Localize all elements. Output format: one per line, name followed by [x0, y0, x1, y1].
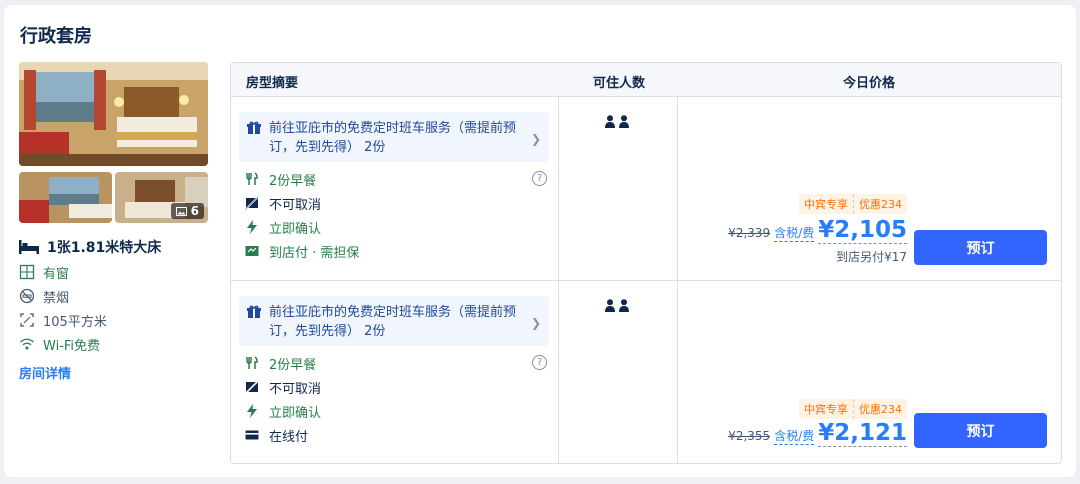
feature-area: 105平方米 [19, 308, 107, 332]
column-divider [677, 97, 678, 280]
room-title: 行政套房 [20, 26, 92, 47]
window-icon [19, 264, 35, 280]
promo-tag-exclusive: 中宾专享 [799, 399, 853, 419]
original-price: ¥2,355 [728, 429, 771, 443]
no-cancel-icon [245, 196, 259, 210]
promo-tags: 中宾专享 优惠234 [799, 194, 907, 214]
no-smoking-icon [19, 288, 35, 304]
chevron-right-icon: ❯ [530, 132, 541, 146]
wifi-icon [20, 338, 34, 350]
room-photo-main[interactable] [19, 62, 208, 166]
shuttle-service-banner[interactable]: 前往亚庇市的免费定时班车服务（需提前预订，先到先得） 2份 ❯ [239, 112, 549, 162]
gift-icon [247, 121, 261, 134]
rate-row: 前往亚庇市的免费定时班车服务（需提前预订，先到先得） 2份 ❯ 2份早餐 ? 不… [231, 281, 1061, 463]
breakfast-policy: 2份早餐 ? [245, 351, 547, 375]
person-icon [619, 299, 629, 312]
rate-table-header: 房型摘要 可住人数 今日价格 [231, 63, 1061, 97]
area-icon [20, 313, 34, 327]
image-icon [175, 206, 187, 216]
person-icon [605, 115, 615, 128]
credit-card-icon [245, 430, 259, 440]
confirm-policy: 立即确认 [245, 399, 545, 423]
person-icon [605, 299, 615, 312]
promo-tags: 中宾专享 优惠234 [799, 399, 907, 419]
cancel-policy: 不可取消 [245, 191, 545, 215]
promo-tag-discount: 优惠234 [853, 399, 907, 419]
bed-icon [19, 240, 39, 254]
room-features: 有窗 禁烟 105平方米 Wi-Fi免费 [19, 260, 107, 356]
photo-count-badge[interactable]: 6 [170, 203, 204, 219]
header-price: 今日价格 [843, 76, 896, 91]
rate-row: 前往亚庇市的免费定时班车服务（需提前预订，先到先得） 2份 ❯ 2份早餐 ? 不… [231, 97, 1061, 281]
original-price: ¥2,339 [728, 226, 771, 240]
tax-label[interactable]: 含税/费 [774, 224, 815, 242]
room-view-photo [19, 172, 112, 223]
current-price: ¥2,121 [818, 420, 907, 447]
cutlery-icon [246, 356, 258, 369]
gift-icon [247, 305, 261, 318]
shuttle-text: 前往亚庇市的免费定时班车服务（需提前预订，先到先得） 2份 [269, 305, 517, 339]
feature-window: 有窗 [19, 260, 107, 284]
rate-table: 房型摘要 可住人数 今日价格 前往亚庇市的免费定时班车服务（需提前预订，先到先得… [230, 62, 1062, 464]
occupancy-icons [605, 115, 629, 128]
current-price: ¥2,105 [818, 217, 907, 244]
feature-wifi: Wi-Fi免费 [19, 332, 107, 356]
room-card: 行政套房 6 1张1.81米特大床 有窗 禁烟 105平方米 Wi-Fi免费 房… [4, 5, 1076, 477]
lightning-icon [247, 404, 257, 418]
bedroom-photo [19, 62, 208, 166]
book-button[interactable]: 预订 [914, 413, 1047, 448]
header-room-summary: 房型摘要 [246, 76, 299, 91]
bed-label: 1张1.81米特大床 [47, 240, 162, 256]
column-divider [558, 281, 559, 463]
cancel-policy: 不可取消 [245, 375, 545, 399]
room-details-link[interactable]: 房间详情 [19, 363, 71, 382]
shuttle-text: 前往亚庇市的免费定时班车服务（需提前预订，先到先得） 2份 [269, 121, 517, 155]
bed-info: 1张1.81米特大床 [19, 237, 161, 257]
help-icon[interactable]: ? [532, 355, 547, 370]
chevron-right-icon: ❯ [530, 316, 541, 330]
price-line: ¥2,339 含税/费 ¥2,105 [728, 217, 907, 244]
no-cancel-icon [245, 380, 259, 394]
header-occupancy: 可住人数 [593, 76, 646, 91]
photo-count: 6 [190, 204, 199, 218]
confirm-policy: 立即确认 [245, 215, 545, 239]
column-divider [677, 281, 678, 463]
promo-tag-exclusive: 中宾专享 [799, 194, 853, 214]
payment-policy: 到店付 · 需担保 [245, 239, 545, 263]
lightning-icon [247, 220, 257, 234]
promo-tag-discount: 优惠234 [853, 194, 907, 214]
price-line: ¥2,355 含税/费 ¥2,121 [728, 420, 907, 447]
cutlery-icon [246, 172, 258, 185]
person-icon [619, 115, 629, 128]
book-button[interactable]: 预订 [914, 230, 1047, 265]
room-photo-thumb[interactable] [19, 172, 112, 223]
pay-at-hotel-icon [245, 246, 259, 256]
room-photo-thumb[interactable]: 6 [115, 172, 208, 223]
extra-fee: 到店另付¥17 [836, 250, 907, 264]
shuttle-service-banner[interactable]: 前往亚庇市的免费定时班车服务（需提前预订，先到先得） 2份 ❯ [239, 296, 549, 346]
tax-label[interactable]: 含税/费 [774, 427, 815, 445]
help-icon[interactable]: ? [532, 171, 547, 186]
breakfast-policy: 2份早餐 ? [245, 167, 547, 191]
payment-policy: 在线付 [245, 423, 545, 447]
column-divider [558, 97, 559, 280]
feature-no-smoking: 禁烟 [19, 284, 107, 308]
occupancy-icons [605, 299, 629, 312]
